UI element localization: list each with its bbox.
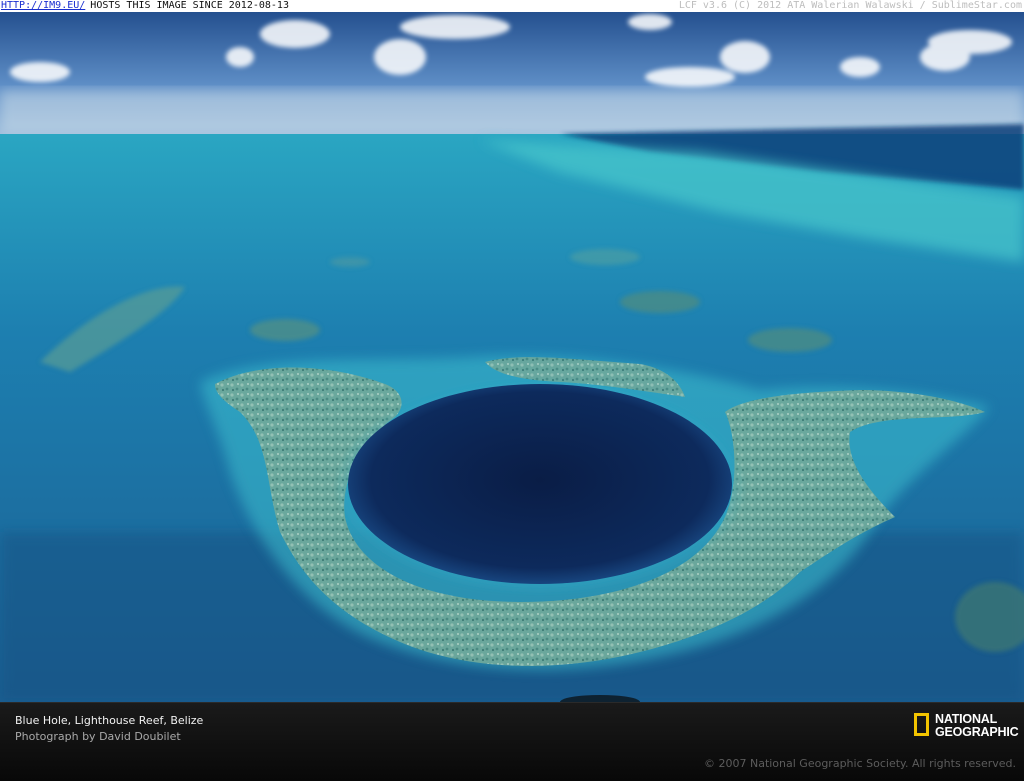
national-geographic-logo: NATIONAL GEOGRAPHIC (914, 712, 1019, 744)
blue-hole-photo (0, 12, 1024, 702)
caption-bar: Blue Hole, Lighthouse Reef, Belize Photo… (0, 702, 1024, 781)
logo-text: NATIONAL GEOGRAPHIC (935, 713, 1019, 739)
copyright-notice: © 2007 National Geographic Society. All … (703, 757, 1016, 770)
yellow-frame-icon (914, 713, 929, 736)
host-notice: HOSTS THIS IMAGE SINCE 2012-08-13 (90, 0, 289, 11)
photographer-credit: Photograph by David Doubilet (15, 730, 181, 743)
logo-line-2: GEOGRAPHIC (935, 725, 1019, 739)
blue-hole (348, 384, 732, 584)
photo-title: Blue Hole, Lighthouse Reef, Belize (15, 714, 204, 727)
site-link[interactable]: HTTP://IM9.EU/ (1, 0, 85, 11)
top-banner: HTTP://IM9.EU/HOSTS THIS IMAGE SINCE 201… (0, 0, 1024, 12)
credit-notice: LCF v3.6 (C) 2012 ATA Walerian Walawski … (678, 0, 1022, 11)
